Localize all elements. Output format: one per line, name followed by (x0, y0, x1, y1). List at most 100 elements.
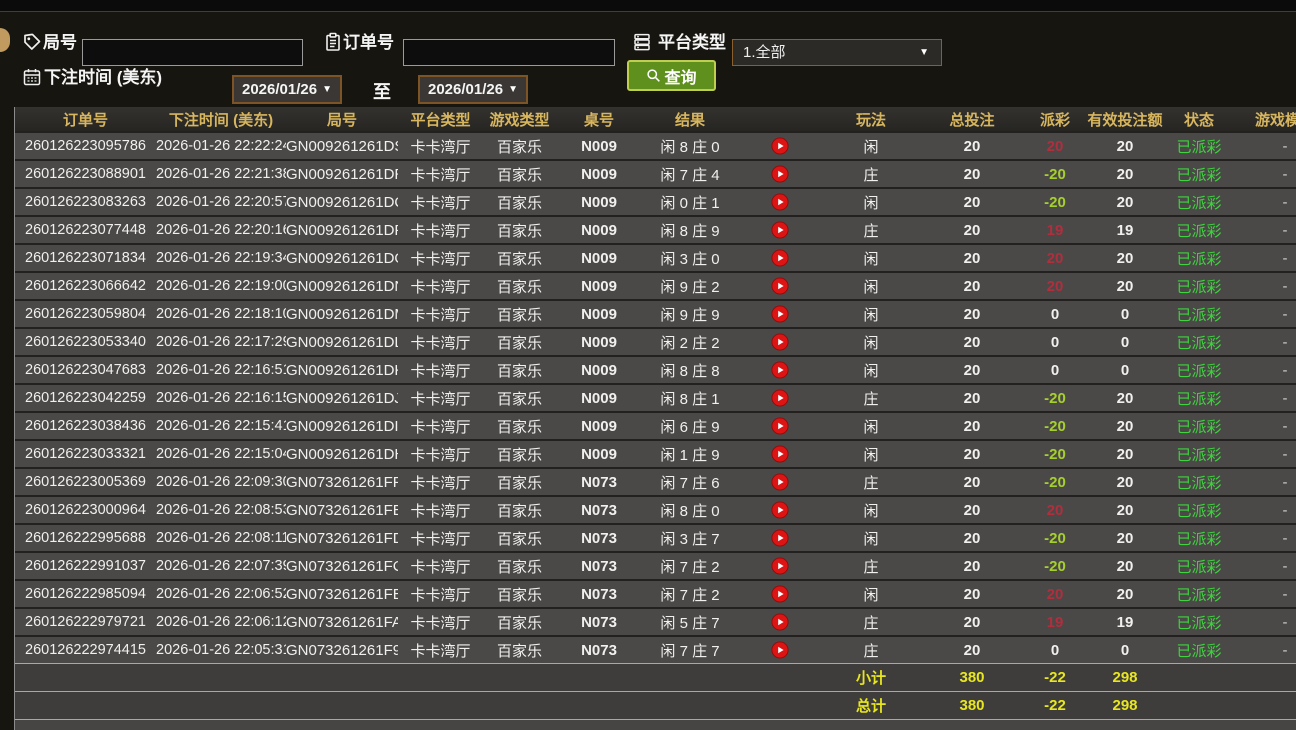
cell-status: 已派彩 (1163, 327, 1235, 355)
cell-total_bet: 20 (921, 215, 1023, 243)
replay-video-icon[interactable] (771, 249, 789, 267)
cell-game_type: 百家乐 (483, 579, 556, 607)
cell-play: 闲 (821, 439, 921, 467)
cell-replay (738, 551, 821, 579)
cell-time: 2026-01-26 22:19:34 (156, 243, 286, 271)
cell-valid_bet: 20 (1087, 187, 1163, 215)
subtotal-row: 小计 380 -22 298 (15, 663, 1296, 691)
cell-payout: 20 (1023, 271, 1087, 299)
replay-video-icon[interactable] (771, 333, 789, 351)
replay-video-icon[interactable] (771, 557, 789, 575)
cell-mode: - (1235, 579, 1296, 607)
panel-collapse-toggle[interactable] (0, 28, 10, 52)
cell-platform: 卡卡湾厅 (398, 159, 483, 187)
subtotal-payout: -22 (1023, 663, 1087, 691)
cell-time: 2026-01-26 22:20:57 (156, 187, 286, 215)
col-header-10: 派彩 (1023, 107, 1087, 131)
replay-video-icon[interactable] (771, 641, 789, 659)
cell-payout: -20 (1023, 187, 1087, 215)
date-to-picker[interactable]: 2026/01/26 ▼ (418, 75, 528, 104)
replay-video-icon[interactable] (771, 361, 789, 379)
col-header-13: 游戏模式 (1235, 107, 1296, 131)
filter-panel: 局号 订单号 平台类型 1.全部 ▼ (0, 12, 1296, 107)
cell-play: 闲 (821, 523, 921, 551)
table-row: 2601262230333212026-01-26 22:15:04GN0092… (15, 439, 1296, 467)
cell-replay (738, 579, 821, 607)
cell-time: 2026-01-26 22:16:15 (156, 383, 286, 411)
table-row: 2601262229744152026-01-26 22:05:31GN0732… (15, 635, 1296, 663)
cell-game_type: 百家乐 (483, 271, 556, 299)
replay-video-icon[interactable] (771, 585, 789, 603)
cell-play: 庄 (821, 215, 921, 243)
table-row: 2601262229850942026-01-26 22:06:52GN0732… (15, 579, 1296, 607)
cell-mode: - (1235, 467, 1296, 495)
cell-game_type: 百家乐 (483, 215, 556, 243)
replay-video-icon[interactable] (771, 137, 789, 155)
cell-replay (738, 467, 821, 495)
replay-video-icon[interactable] (771, 221, 789, 239)
replay-video-icon[interactable] (771, 613, 789, 631)
order-input[interactable] (403, 39, 615, 66)
round-input[interactable] (82, 39, 303, 66)
replay-video-icon[interactable] (771, 305, 789, 323)
cell-time: 2026-01-26 22:08:53 (156, 495, 286, 523)
cell-status: 已派彩 (1163, 187, 1235, 215)
cell-game_type: 百家乐 (483, 411, 556, 439)
cell-result: 闲 9 庄 9 (642, 299, 738, 327)
replay-video-icon[interactable] (771, 529, 789, 547)
cell-status: 已派彩 (1163, 271, 1235, 299)
cell-round: GN009261261DS (286, 131, 398, 159)
cell-total_bet: 20 (921, 467, 1023, 495)
replay-video-icon[interactable] (771, 389, 789, 407)
cell-platform: 卡卡湾厅 (398, 467, 483, 495)
replay-video-icon[interactable] (771, 445, 789, 463)
col-header-8: 玩法 (821, 107, 921, 131)
platform-select[interactable]: 1.全部 ▼ (732, 39, 942, 66)
cell-replay (738, 271, 821, 299)
cell-payout: -20 (1023, 159, 1087, 187)
replay-video-icon[interactable] (771, 165, 789, 183)
table-row: 2601262230476832026-01-26 22:16:51GN0092… (15, 355, 1296, 383)
cell-order: 260126223059804 (15, 299, 156, 327)
cell-platform: 卡卡湾厅 (398, 635, 483, 663)
replay-video-icon[interactable] (771, 277, 789, 295)
cell-game_type: 百家乐 (483, 299, 556, 327)
cell-valid_bet: 0 (1087, 299, 1163, 327)
cell-total_bet: 20 (921, 131, 1023, 159)
cell-round: GN009261261DL (286, 327, 398, 355)
cell-replay (738, 383, 821, 411)
table-row: 2601262230533402026-01-26 22:17:29GN0092… (15, 327, 1296, 355)
cell-play: 庄 (821, 467, 921, 495)
replay-video-icon[interactable] (771, 501, 789, 519)
query-button[interactable]: 查询 (627, 60, 716, 91)
cell-game_type: 百家乐 (483, 383, 556, 411)
cell-platform: 卡卡湾厅 (398, 271, 483, 299)
cell-game_type: 百家乐 (483, 607, 556, 635)
cell-payout: 19 (1023, 215, 1087, 243)
cell-payout: 20 (1023, 243, 1087, 271)
replay-video-icon[interactable] (771, 473, 789, 491)
platform-label: 平台类型 (658, 33, 726, 53)
bet-time-label: 下注时间 (美东) (44, 68, 162, 88)
cell-game_type: 百家乐 (483, 243, 556, 271)
date-from-picker[interactable]: 2026/01/26 ▼ (232, 75, 342, 104)
replay-video-icon[interactable] (771, 417, 789, 435)
cell-status: 已派彩 (1163, 551, 1235, 579)
bet-records-screen: 局号 订单号 平台类型 1.全部 ▼ (0, 0, 1296, 730)
col-header-6: 结果 (642, 107, 738, 131)
cell-play: 庄 (821, 551, 921, 579)
replay-video-icon[interactable] (771, 193, 789, 211)
total-valid-bet: 298 (1087, 691, 1163, 719)
cell-round: GN009261261DO (286, 243, 398, 271)
cell-time: 2026-01-26 22:15:04 (156, 439, 286, 467)
cell-round: GN009261261DH (286, 439, 398, 467)
cell-time: 2026-01-26 22:08:11 (156, 523, 286, 551)
cell-mode: - (1235, 635, 1296, 663)
cell-status: 已派彩 (1163, 607, 1235, 635)
cell-order: 260126223053340 (15, 327, 156, 355)
cell-round: GN073261261FF (286, 467, 398, 495)
cell-payout: -20 (1023, 411, 1087, 439)
cell-table_no: N009 (556, 243, 642, 271)
cell-platform: 卡卡湾厅 (398, 607, 483, 635)
cell-platform: 卡卡湾厅 (398, 551, 483, 579)
